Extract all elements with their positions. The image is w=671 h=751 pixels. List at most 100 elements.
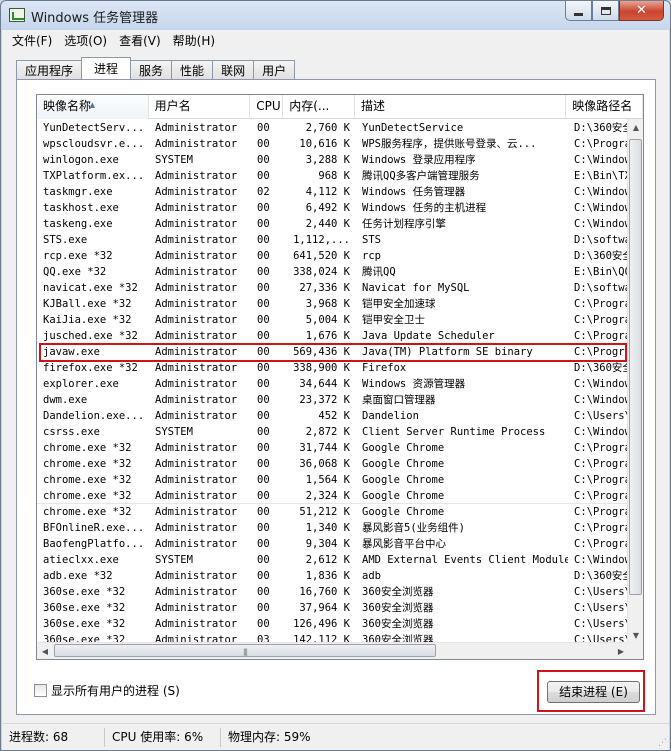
cell-user-name: Administrator [155,186,238,198]
process-row[interactable]: atieclxx.exe SYSTEM 00 2,612 K AMD External … [37,552,629,568]
checkbox-box[interactable] [34,684,47,697]
process-row[interactable]: 360se.exe *32 Administrator 00 126,496 K 360… [37,616,629,632]
process-row[interactable]: KaiJia.exe *32 Administrator 00 5,004 K 铠甲安全… [37,312,629,328]
process-row[interactable]: csrss.exe SYSTEM 00 2,872 K Client Server Ru… [37,424,629,440]
process-row[interactable]: TXPlatform.ex... Administrator 00 968 K 腾讯QQ… [37,168,629,184]
process-row[interactable]: jusched.exe *32 Administrator 00 1,676 K Jav… [37,328,629,344]
process-row[interactable]: BFOnlineR.exe... Administrator 00 1,340 K 暴风… [37,520,629,536]
menu-file[interactable]: 文件(F) [6,32,58,49]
cell-description: 暴风影音平台中心 [362,538,446,550]
cell-description: Dandelion [362,410,419,422]
cell-memory: 31,744 K [299,442,350,454]
process-row[interactable]: chrome.exe *32 Administrator 00 1,564 K Goog… [37,472,629,488]
process-row[interactable]: javaw.exe Administrator 00 569,436 K Java(TM… [37,344,629,360]
cell-cpu: 00 [257,154,270,166]
cell-description: Java Update Scheduler [362,330,495,342]
scroll-up-icon[interactable]: ▲ [628,119,643,136]
process-row[interactable]: STS.exe Administrator 00 1,112,... STS D:\sof… [37,232,629,248]
cell-image-name: 360se.exe *32 [43,602,126,614]
menu-view[interactable]: 查看(V) [113,32,167,49]
tab-applications[interactable]: 应用程序 [16,60,83,79]
tab-networking[interactable]: 联网 [212,60,255,79]
cell-cpu: 00 [257,138,270,150]
cell-image-path: C:\Program [574,346,629,358]
cell-user-name: Administrator [155,282,238,294]
cell-user-name: Administrator [155,330,238,342]
vertical-scroll-thumb[interactable] [629,139,642,595]
process-row[interactable]: chrome.exe *32 Administrator 00 2,324 K Goog… [37,488,629,504]
tab-strip: 应用程序 进程 服务 性能 联网 用户 [16,57,296,79]
process-row[interactable]: winlogon.exe SYSTEM 00 3,288 K Windows 登录应用程… [37,152,629,168]
column-cpu[interactable]: CPU [250,95,284,119]
cell-image-name: explorer.exe [43,378,119,390]
cell-image-path: C:\Program [574,314,629,326]
cell-image-name: BFOnlineR.exe... [43,522,145,534]
scroll-left-icon[interactable]: ◀ [37,643,53,659]
column-user-name[interactable]: 用户名 [149,95,251,119]
horizontal-scroll-thumb[interactable]: ||| [54,644,436,657]
title-bar[interactable]: Windows 任务管理器 ✕ [1,1,670,30]
menu-help[interactable]: 帮助(H) [167,32,221,49]
minimize-button[interactable] [565,1,592,21]
cell-user-name: Administrator [155,314,238,326]
process-row[interactable]: taskmgr.exe Administrator 02 4,112 K Windows… [37,184,629,200]
process-list[interactable]: ▲ 映像名称 用户名 CPU 内存(... 描述 映像路径名 YunDetect… [36,94,644,660]
process-rows: YunDetectServ... Administrator 00 2,760 K Yu… [37,120,629,659]
menu-options[interactable]: 选项(O) [58,32,113,49]
process-row[interactable]: rcp.exe *32 Administrator 00 641,520 K rcp D:… [37,248,629,264]
cell-user-name: Administrator [155,138,238,150]
process-row[interactable]: explorer.exe Administrator 00 34,644 K Windo… [37,376,629,392]
process-row[interactable]: adb.exe *32 Administrator 00 1,836 K adb D:\3… [37,568,629,584]
column-memory[interactable]: 内存(... [283,95,355,119]
process-row[interactable]: 360se.exe *32 Administrator 00 16,760 K 360安… [37,584,629,600]
cell-user-name: Administrator [155,218,238,230]
process-row[interactable]: BaofengPlatfo... Administrator 00 9,304 K 暴风… [37,536,629,552]
cell-image-name: chrome.exe *32 [43,506,132,518]
cell-image-name: navicat.exe *32 [43,282,138,294]
process-row[interactable]: QQ.exe *32 Administrator 00 338,024 K 腾讯QQ E:… [37,264,629,280]
tab-performance[interactable]: 性能 [171,60,214,79]
cell-memory: 9,304 K [305,538,350,550]
cell-description: Java(TM) Platform SE binary [362,346,533,358]
cell-image-name: chrome.exe *32 [43,474,132,486]
cell-description: rcp [362,250,381,262]
column-image-path[interactable]: 映像路径名 [566,95,643,119]
process-row[interactable]: chrome.exe *32 Administrator 00 31,744 K Goo… [37,440,629,456]
process-row[interactable]: Dandelion.exe... Administrator 00 452 K Dand… [37,408,629,424]
column-description[interactable]: 描述 [355,95,567,119]
close-button[interactable]: ✕ [619,1,664,21]
task-manager-icon [9,8,25,22]
process-row[interactable]: wpscloudsvr.e... Administrator 00 10,616 K W… [37,136,629,152]
cell-image-name: javaw.exe [43,346,100,358]
cell-image-path: C:\Program [574,490,629,502]
cell-memory: 1,836 K [305,570,350,582]
process-row[interactable]: firefox.exe *32 Administrator 00 338,900 K F… [37,360,629,376]
process-row[interactable]: taskhost.exe Administrator 00 6,492 K Window… [37,200,629,216]
process-row[interactable]: KJBall.exe *32 Administrator 00 3,968 K 铠甲安全… [37,296,629,312]
process-row[interactable]: 360se.exe *32 Administrator 00 37,964 K 360安… [37,600,629,616]
maximize-button[interactable] [592,1,619,21]
tab-processes[interactable]: 进程 [81,57,132,79]
cell-image-name: taskeng.exe [43,218,113,230]
cell-image-name: jusched.exe *32 [43,330,138,342]
resize-grip-icon[interactable]: ⋰ [658,738,667,748]
process-row[interactable]: chrome.exe *32 Administrator 00 36,068 K Goo… [37,456,629,472]
process-row[interactable]: dwm.exe Administrator 00 23,372 K 桌面窗口管理器 C:\… [37,392,629,408]
show-all-users-checkbox[interactable]: 显示所有用户的进程 (S) [34,682,180,699]
cell-description: Google Chrome [362,490,445,502]
process-row[interactable]: YunDetectServ... Administrator 00 2,760 K Yu… [37,120,629,136]
process-row[interactable]: navicat.exe *32 Administrator 00 27,336 K Na… [37,280,629,296]
end-process-button[interactable]: 结束进程 (E) [547,681,640,703]
tab-users[interactable]: 用户 [253,60,296,79]
cell-description: Windows 任务管理器 [362,186,466,198]
cell-description: 360安全浏览器 [362,586,434,598]
column-image-name[interactable]: ▲ 映像名称 [37,95,149,119]
process-row[interactable]: taskeng.exe Administrator 00 2,440 K 任务计划程序引… [37,216,629,232]
tab-services[interactable]: 服务 [130,60,173,79]
cell-description: WPS服务程序，提供账号登录、云... [362,138,537,150]
cell-description: Navicat for MySQL [362,282,470,294]
cell-image-path: C:\Program [574,442,629,454]
vertical-scrollbar[interactable]: ▲ ▼ [627,119,643,644]
horizontal-scrollbar[interactable]: ◀ ||| ▶ [37,642,629,659]
process-row[interactable]: chrome.exe *32 Administrator 00 51,212 K Goo… [37,504,629,520]
